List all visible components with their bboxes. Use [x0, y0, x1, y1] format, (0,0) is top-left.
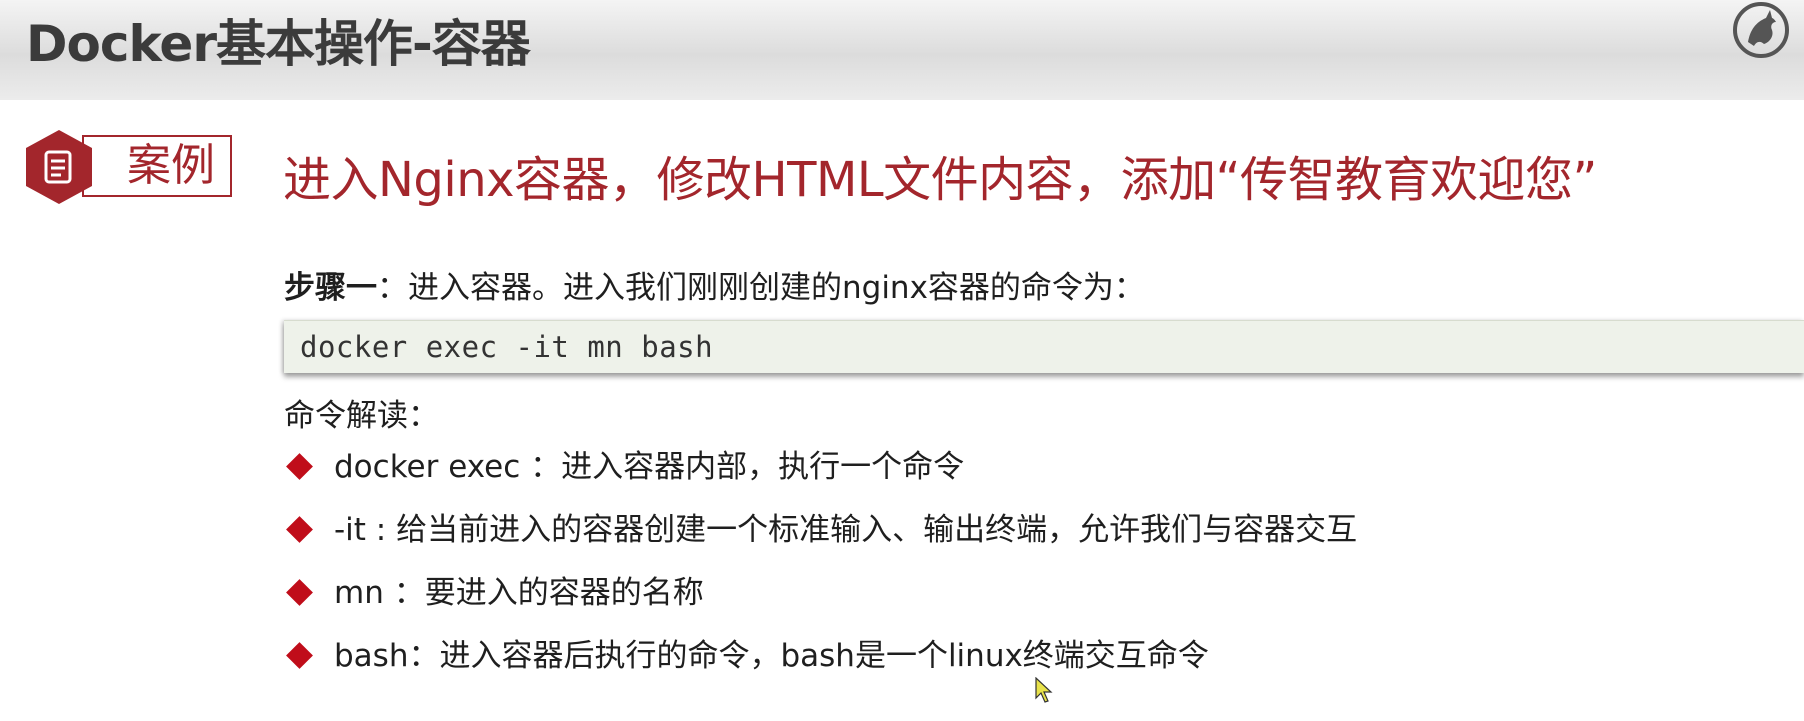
- list-item-text: bash：进入容器后执行的命令，bash是一个linux终端交互命令: [334, 638, 1209, 674]
- list-item-text: docker exec ：进入容器内部，执行一个命令: [334, 449, 965, 485]
- horse-logo-icon: [1733, 2, 1789, 58]
- list-item: docker exec ：进入容器内部，执行一个命令: [284, 445, 1357, 508]
- diamond-bullet-icon: [286, 516, 313, 543]
- step-text: ：进入容器。进入我们刚刚创建的nginx容器的命令为：: [377, 270, 1145, 306]
- code-command[interactable]: docker exec -it mn bash: [300, 321, 713, 373]
- step-one-line: 步骤一：进入容器。进入我们刚刚创建的nginx容器的命令为：: [284, 262, 1145, 307]
- list-item-text: mn ：要进入的容器的名称: [334, 575, 704, 611]
- diamond-bullet-icon: [286, 453, 313, 480]
- mouse-pointer-icon: [1035, 677, 1053, 703]
- document-icon: [26, 130, 92, 204]
- page-title: Docker基本操作-容器: [26, 15, 531, 73]
- explanation-title: 命令解读：: [284, 398, 439, 434]
- case-badge: 案例: [24, 128, 235, 206]
- list-item-text: -it : 给当前进入的容器创建一个标准输入、输出终端，允许我们与容器交互: [334, 512, 1358, 548]
- list-item: mn ：要进入的容器的名称: [284, 571, 1357, 634]
- case-badge-label: 案例: [127, 140, 215, 191]
- case-heading: 进入Nginx容器，修改HTML文件内容，添加“传智教育欢迎您”: [283, 152, 1597, 208]
- explanation-list: docker exec ：进入容器内部，执行一个命令 -it : 给当前进入的容…: [284, 445, 1357, 697]
- diamond-bullet-icon: [286, 642, 313, 669]
- step-title: 步骤一: [284, 270, 377, 306]
- list-item: -it : 给当前进入的容器创建一个标准输入、输出终端，允许我们与容器交互: [284, 508, 1357, 571]
- diamond-bullet-icon: [286, 579, 313, 606]
- list-item: bash：进入容器后执行的命令，bash是一个linux终端交互命令: [284, 634, 1357, 697]
- code-block[interactable]: docker exec -it mn bash: [284, 320, 1804, 373]
